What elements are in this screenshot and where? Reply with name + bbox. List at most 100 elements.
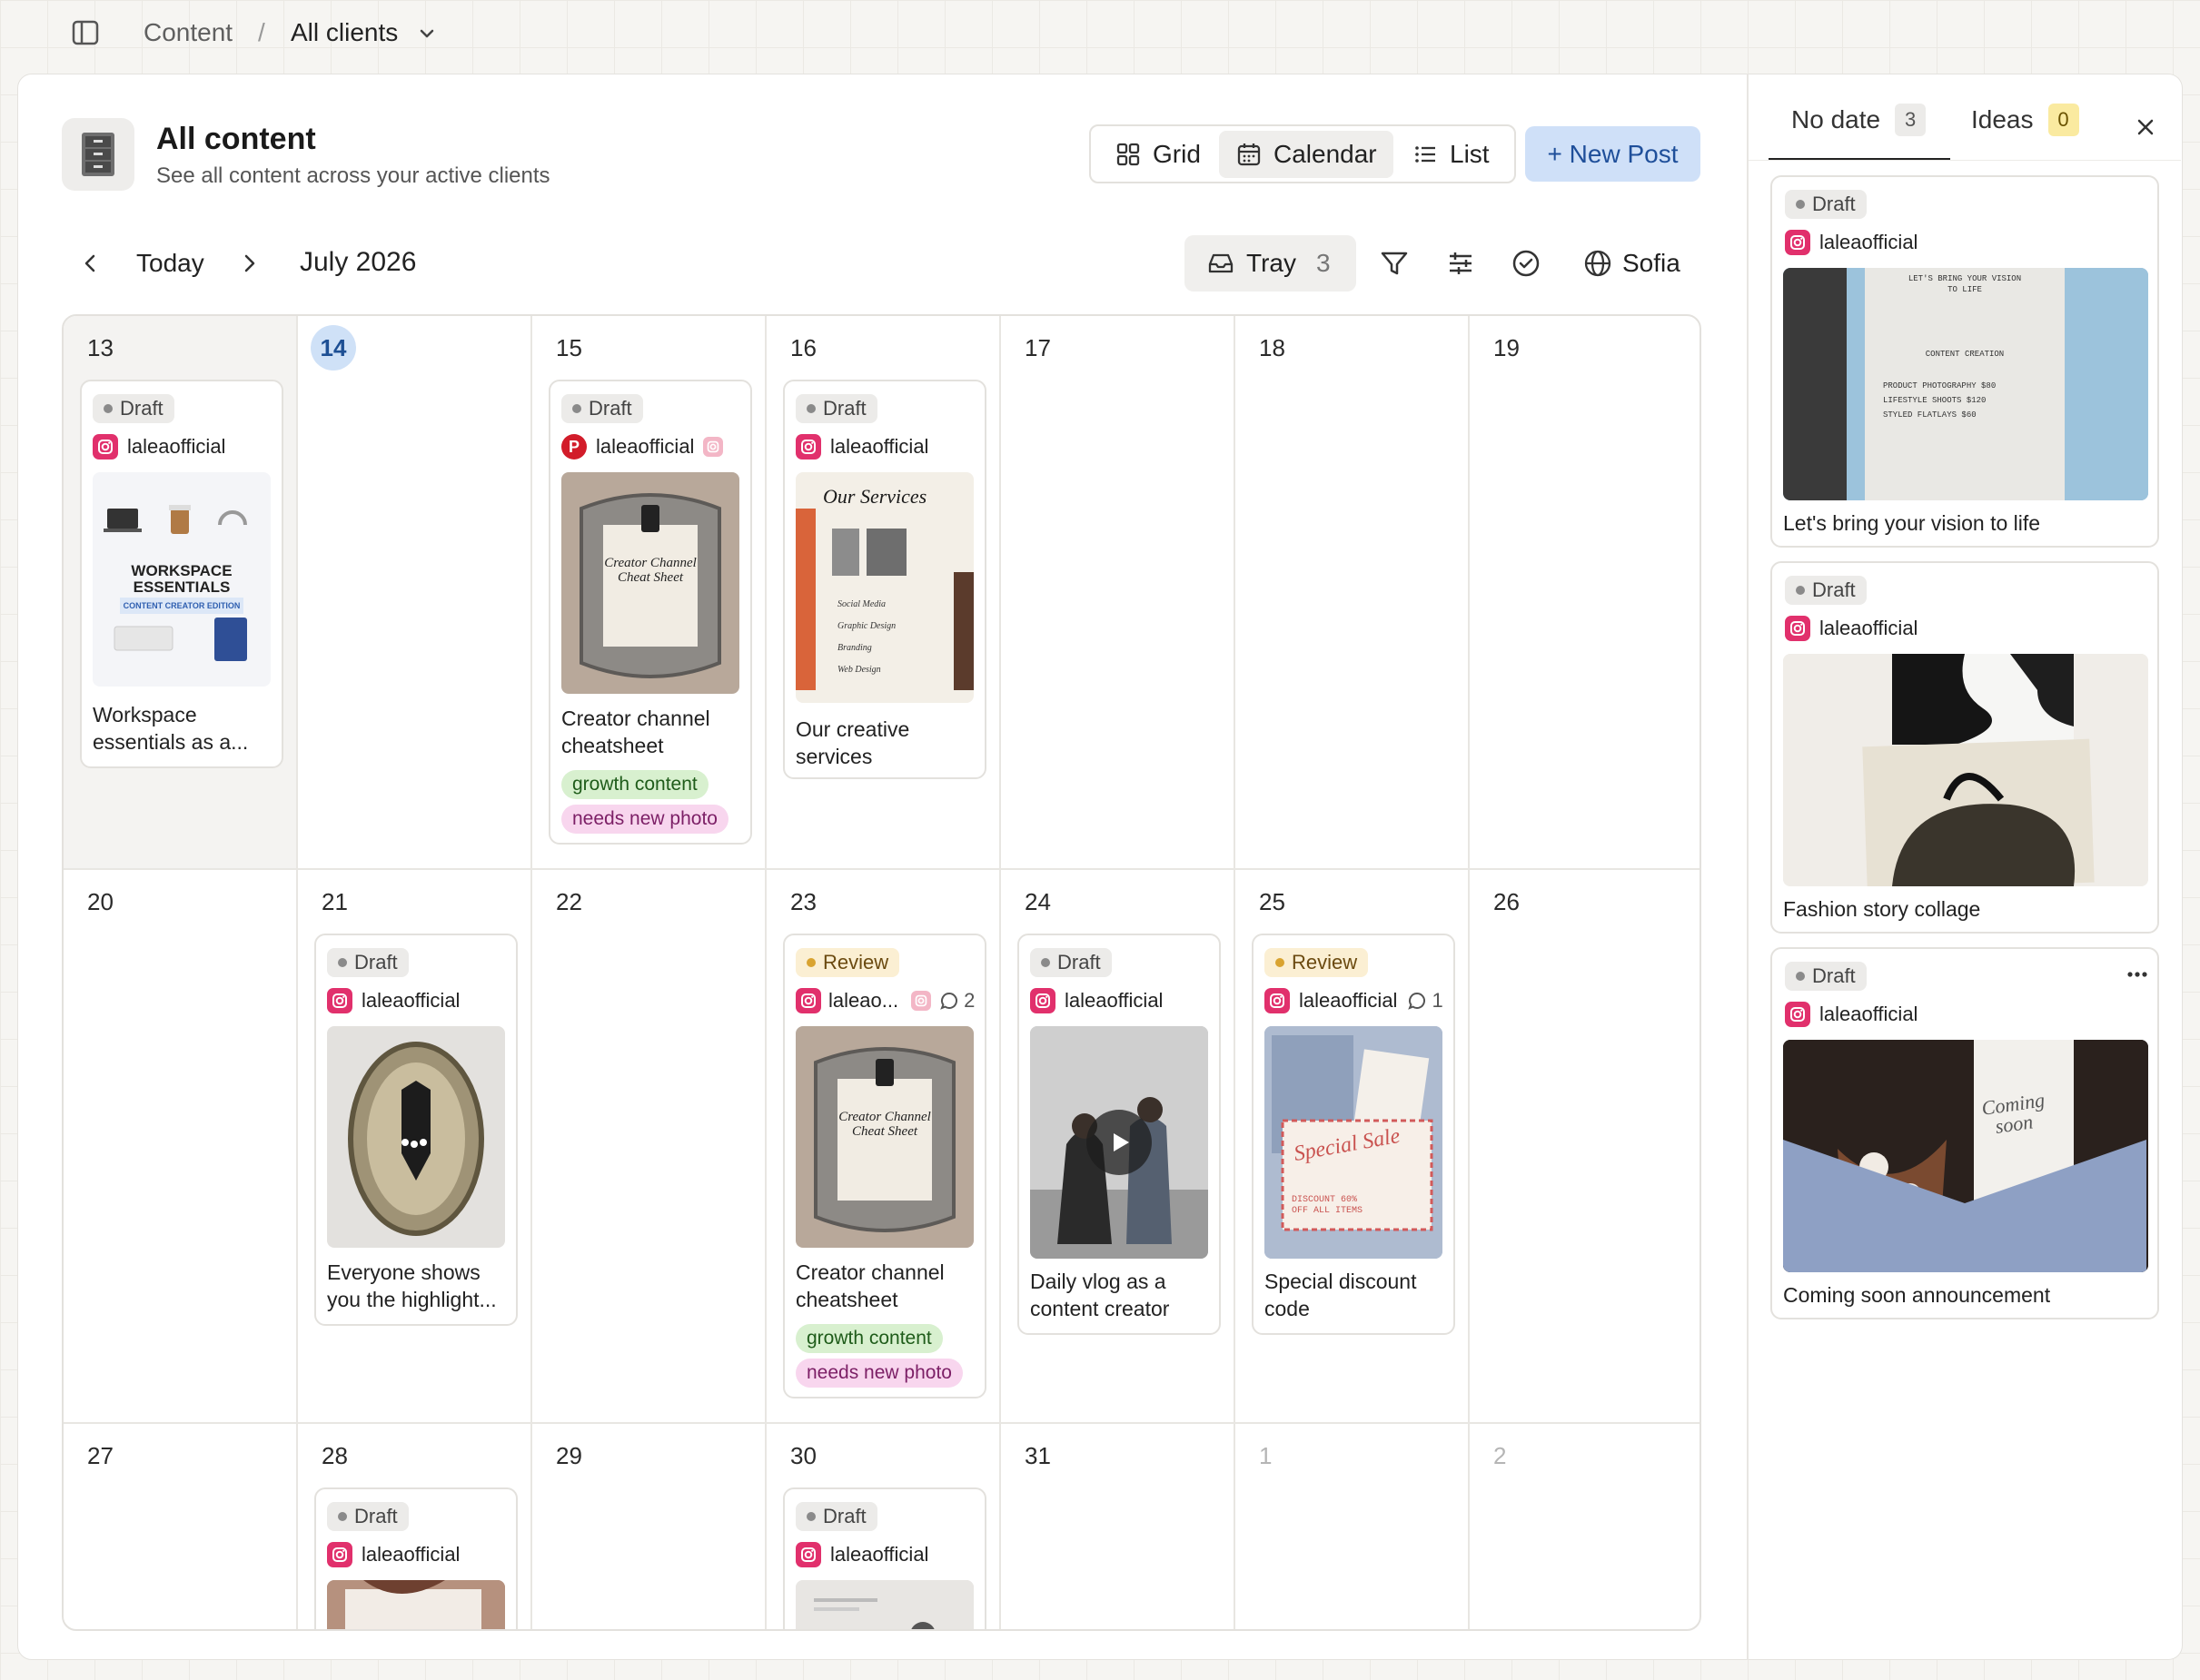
day-number: 28 bbox=[322, 1442, 348, 1469]
tab-count-badge: 0 bbox=[2047, 104, 2079, 136]
post-thumbnail: Coming soon bbox=[1783, 1040, 2148, 1272]
instagram-icon bbox=[1785, 616, 1810, 641]
account-name: laleaofficial bbox=[362, 1543, 461, 1566]
post-card[interactable]: Draft laleaofficial Our Services Social … bbox=[783, 380, 986, 779]
status-badge: Review bbox=[796, 948, 900, 977]
new-post-button[interactable]: + New Post bbox=[1525, 126, 1700, 182]
adjustments-icon[interactable] bbox=[1442, 245, 1479, 282]
comments-count[interactable]: 2 bbox=[938, 989, 975, 1013]
unscheduled-post-card[interactable]: Draft laleaofficial Coming soon Coming s… bbox=[1770, 947, 2159, 1319]
day-cell[interactable]: 31 bbox=[1001, 1424, 1235, 1629]
account-row: laleaofficial bbox=[796, 1540, 928, 1569]
account-name: laleaofficial bbox=[596, 435, 695, 458]
account-name: laleao... bbox=[828, 989, 899, 1012]
thumb-text: STYLED FLATLAYS $60 bbox=[1883, 410, 1977, 420]
account-row: laleaofficial bbox=[1785, 614, 1918, 643]
instagram-icon bbox=[1264, 988, 1290, 1013]
post-card[interactable]: Review laleaofficial 1 Special Sale DISCO… bbox=[1252, 934, 1455, 1335]
account-row: Plaleaofficial bbox=[561, 432, 724, 461]
more-options-icon[interactable] bbox=[2126, 971, 2148, 978]
status-badge: Draft bbox=[327, 948, 409, 977]
page-subtitle: See all content across your active clien… bbox=[156, 163, 550, 188]
day-cell[interactable]: 29 bbox=[532, 1424, 767, 1629]
today-marker: 14 bbox=[311, 325, 356, 371]
post-card[interactable]: Draft laleaofficial bbox=[783, 1487, 986, 1629]
account-name: laleaofficial bbox=[1299, 989, 1398, 1012]
view-calendar-button[interactable]: Calendar bbox=[1219, 131, 1393, 178]
view-list-button[interactable]: List bbox=[1395, 131, 1506, 178]
post-title: Our creative services bbox=[796, 716, 977, 770]
status-label: Draft bbox=[354, 951, 398, 973]
day-cell[interactable]: 27 bbox=[64, 1424, 298, 1629]
post-card[interactable]: Draft Plaleaofficial Creator Channel Che… bbox=[549, 380, 752, 845]
tray-label: Tray bbox=[1246, 249, 1296, 277]
post-title-line: Everyone shows bbox=[327, 1260, 481, 1284]
status-badge: Draft bbox=[561, 394, 643, 423]
comments-count[interactable]: 1 bbox=[1406, 989, 1443, 1013]
tab-no-date[interactable]: No date 3 bbox=[1791, 104, 1927, 136]
thumb-text: Branding bbox=[837, 643, 872, 653]
tab-ideas[interactable]: Ideas 0 bbox=[1971, 104, 2079, 136]
close-icon[interactable] bbox=[2133, 114, 2158, 140]
post-title-line: Creator channel bbox=[796, 1260, 945, 1284]
tag-needs-new-photo[interactable]: needs new photo bbox=[561, 805, 728, 834]
post-title-line: you the highlight... bbox=[327, 1288, 497, 1311]
post-card[interactable]: Review laleao... 2 Creator Channel Cheat … bbox=[783, 934, 986, 1398]
filter-icon[interactable] bbox=[1376, 245, 1412, 282]
chevron-down-icon[interactable] bbox=[417, 24, 437, 44]
post-card[interactable]: Draft laleaofficial Everyone shows you th… bbox=[314, 934, 518, 1326]
today-button[interactable]: Today bbox=[136, 249, 204, 278]
sidebar-toggle-icon[interactable] bbox=[71, 18, 100, 47]
breadcrumb-all-clients[interactable]: All clients bbox=[291, 18, 398, 47]
day-cell[interactable]: 2 bbox=[1470, 1424, 1700, 1629]
top-bar: Content / All clients bbox=[0, 0, 2200, 65]
day-cell[interactable]: 17 bbox=[1001, 316, 1235, 870]
next-month-icon[interactable] bbox=[236, 251, 262, 276]
unscheduled-post-card[interactable]: Draft laleaofficial Fashion story collag… bbox=[1770, 561, 2159, 934]
view-grid-button[interactable]: Grid bbox=[1098, 131, 1217, 178]
tray-button[interactable]: Tray 3 bbox=[1184, 235, 1356, 292]
post-card[interactable]: Draft laleaofficial bbox=[314, 1487, 518, 1629]
account-row: laleaofficial bbox=[327, 986, 460, 1015]
tag-growth-content[interactable]: growth content bbox=[561, 770, 709, 799]
day-number: 19 bbox=[1493, 334, 1520, 361]
breadcrumb-content[interactable]: Content bbox=[144, 18, 233, 47]
day-cell[interactable]: 19 bbox=[1470, 316, 1700, 870]
list-icon bbox=[1415, 146, 1435, 163]
prev-month-icon[interactable] bbox=[78, 251, 104, 276]
post-title: Everyone shows you the highlight... bbox=[327, 1259, 509, 1313]
account-name: laleaofficial bbox=[1819, 1003, 1918, 1025]
day-cell[interactable]: 20 bbox=[64, 870, 298, 1424]
instagram-icon bbox=[796, 1542, 821, 1567]
timezone-label: Sofia bbox=[1622, 249, 1680, 277]
day-number: 2 bbox=[1493, 1442, 1507, 1469]
day-cell[interactable]: 22 bbox=[532, 870, 767, 1424]
account-name: laleaofficial bbox=[1819, 231, 1918, 253]
day-cell[interactable]: 1 bbox=[1235, 1424, 1470, 1629]
comment-icon bbox=[1408, 992, 1426, 1010]
timezone-button[interactable]: Sofia bbox=[1582, 245, 1680, 282]
post-thumbnail: Special Sale DISCOUNT 60% OFF ALL ITEMS bbox=[1264, 1026, 1442, 1259]
tag-growth-content[interactable]: growth content bbox=[796, 1324, 943, 1353]
day-cell[interactable]: 18 bbox=[1235, 316, 1470, 870]
status-badge: Draft bbox=[796, 1502, 877, 1531]
post-title: Special discount code bbox=[1264, 1268, 1446, 1322]
unscheduled-post-card[interactable]: Draft laleaofficial LET'S BRING YOUR VIS… bbox=[1770, 175, 2159, 548]
tag-needs-new-photo[interactable]: needs new photo bbox=[796, 1359, 963, 1388]
day-cell[interactable]: 14 bbox=[298, 316, 532, 870]
post-card[interactable]: Draft laleaofficial WORKSPACE ESSENTIALS… bbox=[80, 380, 283, 768]
instagram-icon bbox=[796, 988, 821, 1013]
play-icon[interactable] bbox=[1086, 1110, 1152, 1175]
post-card[interactable]: Draft laleaofficial Daily vlog as a conte… bbox=[1017, 934, 1221, 1335]
status-label: Draft bbox=[1812, 964, 1856, 987]
status-badge: Draft bbox=[1030, 948, 1112, 977]
instagram-icon bbox=[327, 1542, 352, 1567]
post-title: Workspace essentials as a... bbox=[93, 701, 274, 756]
check-circle-icon[interactable] bbox=[1508, 245, 1544, 282]
post-title-line: cheatsheet bbox=[561, 734, 664, 757]
day-cell[interactable]: 26 bbox=[1470, 870, 1700, 1424]
status-badge: Draft bbox=[1785, 576, 1867, 605]
day-number: 31 bbox=[1025, 1442, 1051, 1469]
post-thumbnail bbox=[1030, 1026, 1208, 1259]
post-thumbnail bbox=[1783, 654, 2148, 886]
